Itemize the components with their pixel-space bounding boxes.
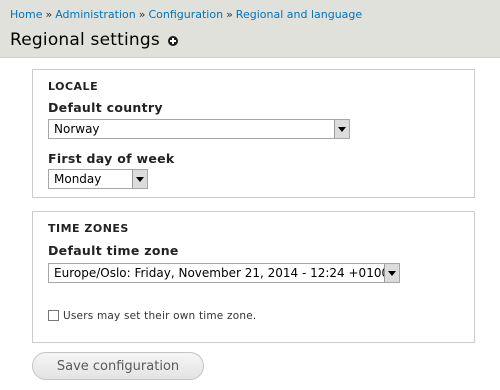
- breadcrumb-home[interactable]: Home: [10, 8, 42, 21]
- chevron-down-icon[interactable]: [132, 170, 147, 188]
- first-day-of-week-label: First day of week: [48, 151, 175, 166]
- time-zones-legend: TIME ZONES: [48, 222, 129, 235]
- default-time-zone-label: Default time zone: [48, 243, 179, 258]
- breadcrumb-separator: »: [45, 8, 53, 21]
- default-country-value: Norway: [54, 122, 100, 136]
- user-timezone-checkbox-label[interactable]: Users may set their own time zone.: [63, 310, 256, 322]
- default-time-zone-select[interactable]: Europe/Oslo: Friday, November 21, 2014 -…: [48, 263, 400, 283]
- breadcrumb-configuration[interactable]: Configuration: [148, 8, 223, 21]
- default-time-zone-value: Europe/Oslo: Friday, November 21, 2014 -…: [54, 266, 390, 280]
- add-shortcut-icon[interactable]: [167, 35, 178, 46]
- save-configuration-button[interactable]: Save configuration: [32, 352, 204, 380]
- breadcrumb-administration[interactable]: Administration: [55, 8, 136, 21]
- default-country-select[interactable]: Norway: [48, 119, 350, 139]
- page-header: Home» Administration» Configuration» Region…: [0, 0, 500, 58]
- locale-legend: LOCALE: [48, 80, 99, 93]
- chevron-down-icon[interactable]: [334, 120, 349, 138]
- user-timezone-option: Users may set their own time zone.: [48, 305, 256, 322]
- breadcrumb-separator: »: [138, 8, 146, 21]
- locale-fieldset: LOCALE Default country Norway First day …: [32, 69, 475, 198]
- breadcrumb: Home» Administration» Configuration» Region…: [10, 8, 362, 21]
- user-timezone-checkbox[interactable]: [48, 310, 59, 321]
- breadcrumb-regional-and-language[interactable]: Regional and language: [236, 8, 362, 21]
- default-country-label: Default country: [48, 100, 163, 115]
- title-row: Regional settings: [10, 29, 178, 51]
- time-zones-fieldset: TIME ZONES Default time zone Europe/Oslo…: [32, 211, 475, 343]
- first-day-of-week-select[interactable]: Monday: [48, 169, 148, 189]
- page-title: Regional settings: [10, 29, 160, 50]
- breadcrumb-separator: »: [226, 8, 233, 21]
- first-day-of-week-value: Monday: [54, 172, 102, 186]
- chevron-down-icon[interactable]: [384, 264, 399, 282]
